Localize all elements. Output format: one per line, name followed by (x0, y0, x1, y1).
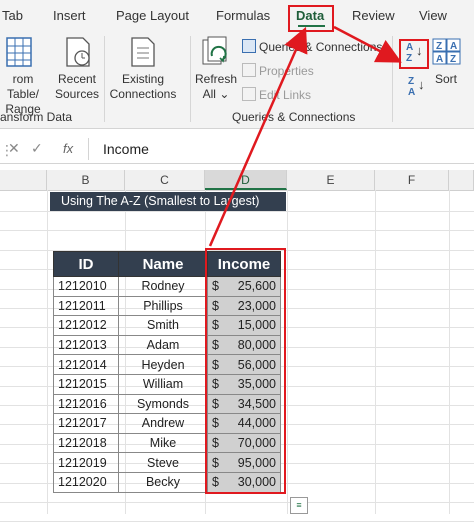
tab-page-layout[interactable]: Page Layout (116, 8, 189, 23)
ribbon-separator (392, 36, 393, 122)
formula-bar-divider (88, 138, 89, 160)
tab-insert[interactable]: Insert (53, 8, 86, 23)
cell-name[interactable]: Steve (118, 452, 208, 473)
tab-view[interactable]: View (419, 8, 447, 23)
select-all-corner[interactable] (0, 170, 47, 190)
grid-line (0, 211, 474, 212)
ribbon-separator (190, 36, 191, 122)
cell-id[interactable]: 1212011 (53, 295, 119, 317)
cell-id[interactable]: 1212018 (53, 432, 119, 454)
cell-name[interactable]: Mike (118, 432, 208, 454)
svg-text:A: A (436, 54, 443, 65)
cell-id[interactable]: 1212017 (53, 413, 119, 434)
from-table-label-1: rom Table/ (6, 72, 40, 101)
refresh-all-button[interactable]: Refresh All ⌄ (194, 72, 238, 102)
cell-name[interactable]: Adam (118, 334, 208, 356)
queries-icon (242, 39, 256, 53)
properties-label: Properties (259, 64, 314, 78)
cell-id[interactable]: 1212012 (53, 315, 119, 336)
cell-name[interactable]: Phillips (118, 295, 208, 317)
sort-icon[interactable]: ZAAZ (432, 38, 462, 71)
sort-a-z-highlight (399, 39, 429, 69)
sort-z-a-icon: ZA ↓ (408, 76, 425, 98)
column-header-d[interactable]: D (205, 170, 287, 190)
header-name[interactable]: Name (118, 251, 208, 277)
chevron-down-icon: ⌄ (219, 87, 230, 101)
tab-tab[interactable]: Tab (2, 8, 23, 23)
recent-sources-button[interactable]: Recent Sources (54, 72, 100, 102)
column-header-e[interactable]: E (287, 170, 375, 190)
quick-analysis-icon[interactable]: ≡ (290, 497, 308, 514)
existing-connections-label-1: Existing (121, 72, 165, 86)
group-label-transform-data: ansform Data (0, 110, 73, 124)
recent-sources-label-1: Recent (57, 72, 97, 86)
column-header-f[interactable]: F (375, 170, 449, 190)
edit-links-icon (242, 87, 256, 101)
cell-name[interactable]: Andrew (118, 413, 208, 434)
insert-function-icon[interactable]: fx (63, 141, 73, 156)
svg-text:Z: Z (436, 41, 442, 52)
sort-button[interactable]: Sort (430, 72, 462, 87)
header-id[interactable]: ID (53, 251, 119, 277)
existing-connections-icon[interactable] (128, 36, 158, 75)
svg-text:A: A (450, 41, 457, 52)
cell-name[interactable]: Rodney (118, 276, 208, 297)
existing-connections-button[interactable]: Existing Connections (108, 72, 178, 102)
column-headers: B C D E F (0, 170, 474, 191)
income-column-highlight (205, 248, 286, 494)
recent-sources-icon[interactable] (63, 36, 93, 75)
cell-id[interactable]: 1212020 (53, 471, 119, 493)
edit-links-label: Edit Links (259, 88, 312, 102)
grid-line (0, 502, 474, 503)
queries-connections-label: Queries & Connections (259, 40, 383, 54)
from-table-icon[interactable] (5, 36, 35, 75)
tab-review[interactable]: Review (352, 8, 395, 23)
cell-name[interactable]: Becky (118, 471, 208, 493)
grid-line (375, 190, 376, 514)
tab-formulas[interactable]: Formulas (216, 8, 270, 23)
properties-button[interactable]: Properties (242, 63, 314, 78)
cell-name[interactable]: Symonds (118, 393, 208, 415)
data-tab-highlight (288, 5, 334, 32)
cell-id[interactable]: 1212013 (53, 334, 119, 356)
cell-name[interactable]: William (118, 373, 208, 395)
cell-id[interactable]: 1212016 (53, 393, 119, 415)
sort-z-a-button[interactable]: ZA ↓ (407, 76, 427, 100)
grid-line (449, 190, 450, 514)
cell-id[interactable]: 1212015 (53, 373, 119, 395)
properties-icon (242, 63, 256, 77)
formula-bar: ⋮ ✕ ✓ fx Income (0, 135, 474, 164)
cell-id[interactable]: 1212010 (53, 276, 119, 297)
refresh-label-1: Refresh (194, 72, 238, 86)
grid-line (287, 190, 288, 514)
column-header-c[interactable]: C (125, 170, 205, 190)
existing-connections-label-2: Connections (109, 87, 177, 101)
group-label-queries-connections: Queries & Connections (232, 110, 356, 124)
cell-name[interactable]: Smith (118, 315, 208, 336)
column-header-g[interactable] (449, 170, 474, 190)
refresh-label-2: All ⌄ (194, 87, 238, 102)
grid-line (47, 190, 48, 514)
cell-name[interactable]: Heyden (118, 354, 208, 375)
svg-text:Z: Z (450, 54, 456, 65)
edit-links-button[interactable]: Edit Links (242, 87, 311, 102)
queries-connections-button[interactable]: Queries & Connections (242, 39, 382, 54)
recent-sources-label-2: Sources (54, 87, 100, 101)
cell-id[interactable]: 1212019 (53, 452, 119, 473)
check-icon[interactable]: ✓ (31, 140, 43, 157)
refresh-label-all: All (202, 87, 216, 101)
cell-id[interactable]: 1212014 (53, 354, 119, 375)
column-header-b[interactable]: B (47, 170, 125, 190)
close-icon[interactable]: ✕ (8, 140, 20, 157)
ribbon-separator (104, 36, 105, 122)
sheet-title[interactable]: Using The A-Z (Smallest to Largest) (50, 192, 286, 211)
grid-line (0, 230, 474, 232)
refresh-all-icon[interactable] (200, 36, 232, 75)
formula-input[interactable]: Income (103, 141, 149, 157)
